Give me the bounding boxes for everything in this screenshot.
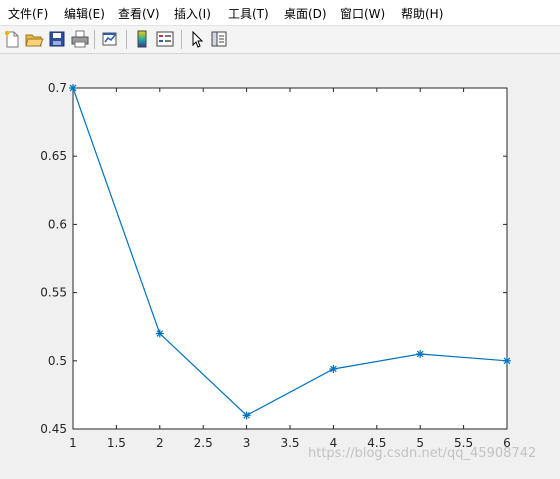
x-tick-label: 1.5 [107,436,126,450]
y-tick-labels: 0.45 0.5 0.55 0.6 0.65 0.7 [40,81,67,436]
data-point-marker [69,84,77,92]
data-point-marker [155,329,164,338]
menu-tools[interactable]: 工具(T) [228,5,269,22]
menu-insert[interactable]: 插入(I) [174,5,211,22]
toolbar-separator [94,30,95,49]
y-tick-label: 0.65 [40,149,67,163]
x-tick-label: 1 [69,436,77,450]
y-tick-label: 0.6 [48,217,67,231]
data-point-marker [503,356,511,365]
data-point-marker [329,364,338,373]
menu-desktop[interactable]: 桌面(D) [284,5,327,22]
y-tick-label: 0.45 [40,422,67,436]
toolbar [0,26,560,54]
new-figure-icon[interactable] [2,29,22,49]
print-icon[interactable] [70,29,90,49]
open-file-icon[interactable] [24,29,44,49]
y-tick-label: 0.5 [48,354,67,368]
x-tick-label: 2 [156,436,164,450]
menu-help[interactable]: 帮助(H) [401,5,443,22]
y-tick-label: 0.55 [40,286,67,300]
menu-view[interactable]: 查看(V) [118,5,160,22]
edit-plot-cursor-icon[interactable] [187,29,207,49]
save-icon[interactable] [47,29,67,49]
x-tick-label: 2.5 [194,436,213,450]
link-plot-icon[interactable] [100,29,120,49]
menu-edit[interactable]: 编辑(E) [64,5,105,22]
y-tick-label: 0.7 [48,81,67,95]
data-point-marker [242,411,251,420]
toolbar-separator [181,30,182,49]
plot-area [73,88,507,429]
watermark-text: https://blog.csdn.net/qq_45908742 [308,446,537,461]
menu-window[interactable]: 窗口(W) [340,5,385,22]
toolbar-separator [126,30,127,49]
insert-colorbar-icon[interactable] [132,29,152,49]
x-tick-label: 3 [243,436,251,450]
x-tick-label: 3.5 [280,436,299,450]
data-point-marker [416,349,425,358]
menu-bar: 文件(F) 编辑(E) 查看(V) 插入(I) 工具(T) 桌面(D) 窗口(W… [0,0,560,26]
menu-file[interactable]: 文件(F) [8,5,48,22]
property-inspector-icon[interactable] [209,29,229,49]
insert-legend-icon[interactable] [155,29,175,49]
figure-canvas: 1 1.5 2 2.5 3 3.5 4 4.5 5 5.5 6 0.45 0.5 0.55 0.6 0.65… [0,54,560,475]
line-chart[interactable]: 1 1.5 2 2.5 3 3.5 4 4.5 5 5.5 6 0.450.50.550.60.65… [0,54,560,475]
